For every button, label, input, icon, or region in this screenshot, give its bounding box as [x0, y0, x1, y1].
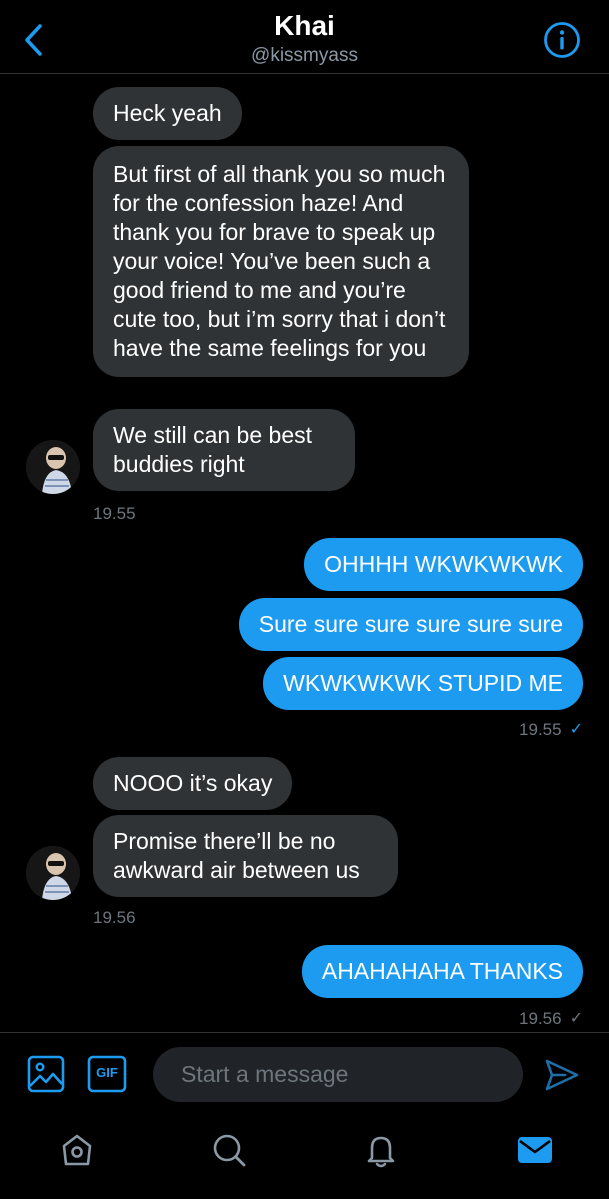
message-status: 19.56 ✓	[519, 1009, 583, 1029]
message-thread[interactable]: Heck yeah But first of all thank you so …	[0, 74, 609, 1032]
message-bubble-incoming[interactable]: We still can be best buddies right	[93, 409, 355, 491]
add-image-button[interactable]	[27, 1055, 65, 1098]
avatar-photo	[26, 846, 80, 900]
message-bubble-outgoing[interactable]: WKWKWKWK STUPID ME	[263, 657, 583, 710]
send-icon	[545, 1059, 579, 1091]
nav-notifications[interactable]	[361, 1130, 401, 1170]
message-bubble-outgoing[interactable]: OHHHH WKWKWKWK	[304, 538, 583, 591]
home-icon	[62, 1134, 92, 1166]
message-timestamp: 19.55	[519, 720, 562, 739]
read-receipt-icon: ✓	[569, 721, 583, 738]
send-button[interactable]	[543, 1057, 581, 1098]
image-icon	[27, 1055, 65, 1093]
conversation-header: Khai @kissmyass	[0, 0, 609, 74]
gif-label: GIF	[96, 1065, 118, 1080]
contact-handle: @kissmyass	[251, 45, 358, 66]
contact-avatar[interactable]	[26, 846, 80, 900]
contact-avatar[interactable]	[26, 440, 80, 494]
message-composer: GIF	[0, 1032, 609, 1116]
sent-receipt-icon: ✓	[569, 1010, 583, 1027]
avatar-photo	[26, 440, 80, 494]
nav-search[interactable]	[209, 1130, 249, 1170]
add-gif-button[interactable]: GIF	[87, 1055, 127, 1098]
info-icon	[544, 22, 580, 58]
message-bubble-incoming[interactable]: Promise there’ll be no awkward air betwe…	[93, 815, 398, 897]
mail-icon	[518, 1137, 552, 1163]
bottom-navigation	[0, 1116, 609, 1199]
nav-home[interactable]	[57, 1130, 97, 1170]
message-bubble-incoming[interactable]: Heck yeah	[93, 87, 242, 140]
message-bubble-outgoing[interactable]: Sure sure sure sure sure sure	[238, 598, 583, 651]
message-timestamp: 19.56	[93, 908, 136, 927]
search-icon	[213, 1134, 246, 1167]
message-input[interactable]	[153, 1047, 523, 1102]
message-timestamp: 19.55	[93, 504, 136, 523]
message-bubble-incoming[interactable]: But first of all thank you so much for t…	[93, 146, 469, 377]
message-bubble-incoming[interactable]: NOOO it’s okay	[93, 757, 293, 810]
message-bubble-outgoing[interactable]: AHAHAHAHA THANKS	[301, 945, 583, 998]
conversation-info-button[interactable]	[543, 21, 581, 59]
message-timestamp: 19.56	[519, 1009, 562, 1028]
bell-icon	[367, 1136, 395, 1168]
message-status: 19.55 ✓	[519, 720, 583, 740]
contact-name: Khai	[274, 10, 335, 41]
conversation-title-block[interactable]: Khai @kissmyass	[0, 10, 609, 68]
nav-messages[interactable]	[515, 1130, 555, 1170]
